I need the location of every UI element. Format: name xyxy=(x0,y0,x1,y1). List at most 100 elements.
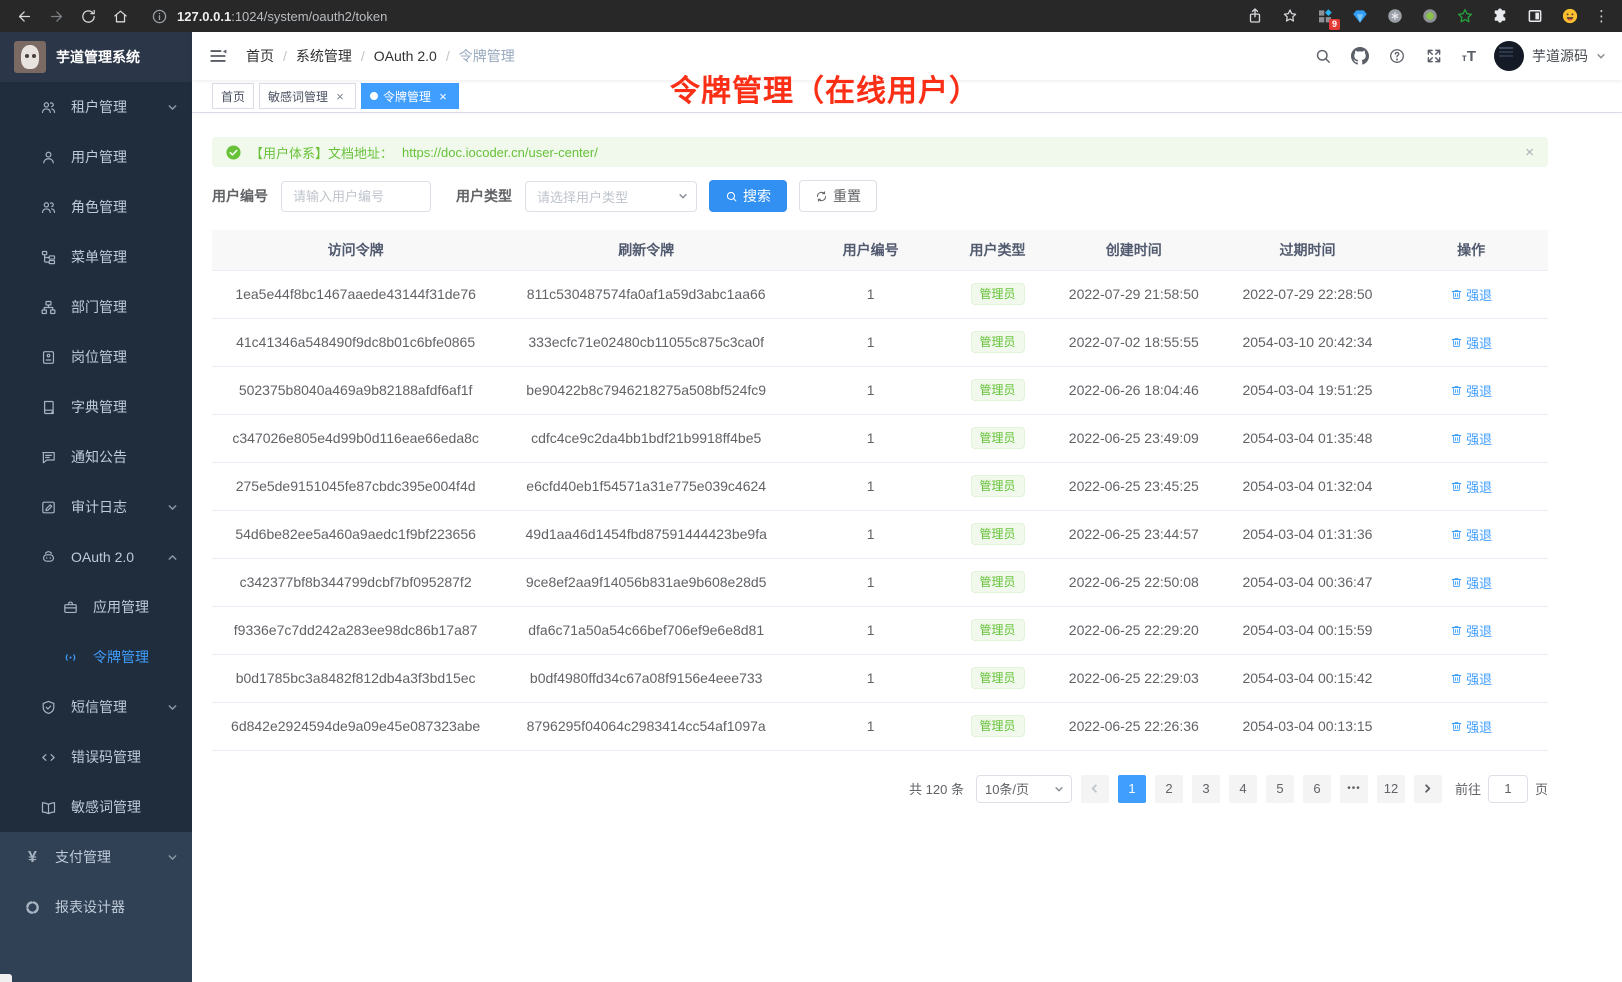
table-row: b0d1785bc3a8482f812db4a3f3bd15ecb0df4980… xyxy=(212,654,1548,702)
sidepanel-icon[interactable] xyxy=(1524,5,1546,27)
browser-toolbar: 127.0.0.1:1024/system/oauth2/token 9 ⋮ xyxy=(0,0,1622,32)
user-menu[interactable]: 芋道源码 xyxy=(1494,41,1606,71)
sidebar-item-sms[interactable]: 短信管理 xyxy=(0,682,192,732)
force-logout-button[interactable]: 强退 xyxy=(1450,717,1492,736)
puzzle-extensions-icon[interactable] xyxy=(1489,5,1511,27)
user-type-select[interactable]: 请选择用户类型 xyxy=(525,181,697,212)
breadcrumb-system[interactable]: 系统管理 xyxy=(296,46,352,66)
force-logout-button[interactable]: 强退 xyxy=(1450,429,1492,448)
force-logout-button[interactable]: 强退 xyxy=(1450,669,1492,688)
browser-refresh-icon[interactable] xyxy=(74,3,102,29)
sidebar-item-dept[interactable]: 部门管理 xyxy=(0,282,192,332)
site-info-icon[interactable] xyxy=(150,3,168,29)
alert-close-icon[interactable]: × xyxy=(1525,145,1534,160)
fullscreen-icon[interactable] xyxy=(1425,47,1444,66)
page-button-2[interactable]: 2 xyxy=(1155,775,1183,803)
table-row: 502375b8040a469a9b82188afdf6af1fbe90422b… xyxy=(212,366,1548,414)
force-logout-button[interactable]: 强退 xyxy=(1450,333,1492,352)
tag-sensitive[interactable]: 敏感词管理× xyxy=(259,83,356,109)
yen-icon: ¥ xyxy=(24,849,41,866)
address-bar[interactable]: 127.0.0.1:1024/system/oauth2/token xyxy=(138,3,1240,29)
green-star-extension-icon[interactable] xyxy=(1454,5,1476,27)
breadcrumb-current: 令牌管理 xyxy=(459,46,515,66)
sidebar-item-audit-log[interactable]: 审计日志 xyxy=(0,482,192,532)
share-icon[interactable] xyxy=(1244,5,1266,27)
user-type-label: 用户类型 xyxy=(456,186,512,206)
force-logout-button[interactable]: 强退 xyxy=(1450,621,1492,640)
gem-extension-icon[interactable] xyxy=(1349,5,1371,27)
browser-home-icon[interactable] xyxy=(106,3,134,29)
sidebar-item-oauth[interactable]: OAuth 2.0 xyxy=(0,532,192,582)
sidebar-item-dict[interactable]: 字典管理 xyxy=(0,382,192,432)
sidebar-item-notice[interactable]: 通知公告 xyxy=(0,432,192,482)
browser-menu-icon[interactable]: ⋮ xyxy=(1594,7,1608,25)
app-logo[interactable]: 芋道管理系统 xyxy=(0,32,192,82)
round-gray-extension-icon[interactable] xyxy=(1384,5,1406,27)
user-id-input[interactable] xyxy=(281,181,431,212)
sidebar-item-sensitive[interactable]: 敏感词管理 xyxy=(0,782,192,832)
breadcrumb-oauth[interactable]: OAuth 2.0 xyxy=(374,48,437,64)
force-logout-button[interactable]: 强退 xyxy=(1450,285,1492,304)
user-type-badge: 管理员 xyxy=(971,475,1025,497)
user-type-badge: 管理员 xyxy=(971,523,1025,545)
sidebar-item-role[interactable]: 角色管理 xyxy=(0,182,192,232)
breadcrumb-home[interactable]: 首页 xyxy=(246,46,274,66)
font-size-icon[interactable]: тT xyxy=(1462,49,1476,64)
browser-back-icon[interactable] xyxy=(10,3,38,29)
page-button-12[interactable]: 12 xyxy=(1377,775,1405,803)
close-icon[interactable]: × xyxy=(333,90,347,103)
sidebar: 芋道管理系统 租户管理 用户管理 角色管理 菜单管理 部门管理 xyxy=(0,32,192,982)
sidebar-item-tenant[interactable]: 租户管理 xyxy=(0,82,192,132)
prev-page-button[interactable] xyxy=(1081,775,1109,803)
sidebar-item-errcode[interactable]: 错误码管理 xyxy=(0,732,192,782)
page-button-6[interactable]: 6 xyxy=(1303,775,1331,803)
sidebar-collapse-icon[interactable] xyxy=(208,46,228,66)
more-pages-icon[interactable]: ••• xyxy=(1340,775,1368,803)
page-button-4[interactable]: 4 xyxy=(1229,775,1257,803)
col-created: 创建时间 xyxy=(1047,230,1221,270)
avatar xyxy=(1494,41,1524,71)
force-logout-button[interactable]: 强退 xyxy=(1450,477,1492,496)
next-page-button[interactable] xyxy=(1414,775,1442,803)
sidebar-item-report-designer[interactable]: 报表设计器 xyxy=(0,882,192,932)
doc-alert: 【用户体系】文档地址： https://doc.iocoder.cn/user-… xyxy=(212,137,1548,167)
gray-green-dot-extension-icon[interactable] xyxy=(1419,5,1441,27)
signal-icon xyxy=(62,649,79,666)
github-icon[interactable] xyxy=(1351,47,1370,66)
tag-token[interactable]: 令牌管理× xyxy=(361,83,459,109)
doc-link[interactable]: https://doc.iocoder.cn/user-center/ xyxy=(402,145,598,160)
sidebar-item-post[interactable]: 岗位管理 xyxy=(0,332,192,382)
page-button-1[interactable]: 1 xyxy=(1118,775,1146,803)
sidebar-item-user[interactable]: 用户管理 xyxy=(0,132,192,182)
bookmark-star-icon[interactable] xyxy=(1279,5,1301,27)
popup-edge-artifact xyxy=(0,974,12,982)
sidebar-item-menu[interactable]: 菜单管理 xyxy=(0,232,192,282)
extension-grid-icon[interactable]: 9 xyxy=(1314,5,1336,27)
reset-button[interactable]: 重置 xyxy=(799,180,877,212)
sidebar-item-oauth-apps[interactable]: 应用管理 xyxy=(0,582,192,632)
force-logout-button[interactable]: 强退 xyxy=(1450,573,1492,592)
robot-icon xyxy=(40,549,57,566)
shield-check-icon xyxy=(40,699,57,716)
goto-page-input[interactable] xyxy=(1488,775,1528,803)
url-text[interactable]: 127.0.0.1:1024/system/oauth2/token xyxy=(177,9,387,24)
page-jumper: 前往 页 xyxy=(1455,775,1548,803)
search-icon[interactable] xyxy=(1314,47,1333,66)
sidebar-item-oauth-token[interactable]: 令牌管理 xyxy=(0,632,192,682)
page-size-select[interactable]: 10条/页 xyxy=(976,775,1072,803)
page-button-3[interactable]: 3 xyxy=(1192,775,1220,803)
open-book-icon xyxy=(40,799,57,816)
tag-home[interactable]: 首页 xyxy=(212,83,254,109)
page-button-5[interactable]: 5 xyxy=(1266,775,1294,803)
active-dot xyxy=(370,92,378,100)
audit-log-icon xyxy=(40,499,57,516)
force-logout-button[interactable]: 强退 xyxy=(1450,381,1492,400)
sidebar-item-pay[interactable]: ¥ 支付管理 xyxy=(0,832,192,882)
help-icon[interactable] xyxy=(1388,47,1407,66)
search-button[interactable]: 搜索 xyxy=(709,180,787,212)
browser-forward-icon[interactable] xyxy=(42,3,70,29)
chevron-down-icon xyxy=(167,102,178,113)
force-logout-button[interactable]: 强退 xyxy=(1450,525,1492,544)
close-icon[interactable]: × xyxy=(436,90,450,103)
profile-emoji-avatar[interactable] xyxy=(1559,5,1581,27)
